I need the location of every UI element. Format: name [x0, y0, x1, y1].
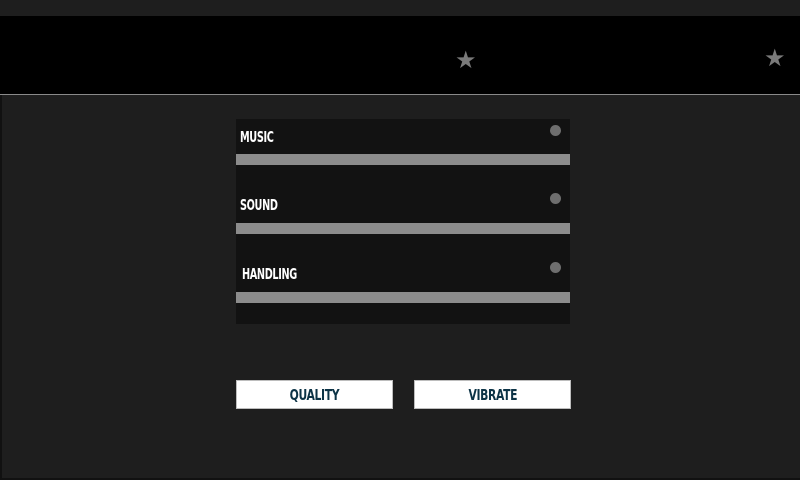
music-slider-track[interactable]	[236, 154, 570, 165]
settings-panel: MUSIC SOUND HANDLING	[236, 119, 570, 324]
header-bar	[0, 16, 800, 95]
frame-edge-left	[0, 95, 2, 480]
quality-button[interactable]: QUALITY	[236, 380, 393, 409]
star-icon: ★	[455, 46, 477, 74]
vibrate-button[interactable]: VIBRATE	[414, 380, 571, 409]
sound-label: SOUND	[240, 196, 278, 214]
vibrate-button-label: VIBRATE	[468, 385, 517, 404]
music-label: MUSIC	[240, 128, 274, 146]
handling-slider-track[interactable]	[236, 292, 570, 303]
settings-screen: ★ ★ MUSIC SOUND HANDLING QUALITY VIBRATE	[0, 0, 800, 480]
sound-slider-track[interactable]	[236, 223, 570, 234]
handling-slider-knob[interactable]	[550, 262, 561, 273]
star-icon: ★	[764, 44, 786, 72]
quality-button-label: QUALITY	[289, 385, 340, 404]
top-strip	[0, 0, 800, 16]
handling-label: HANDLING	[242, 265, 297, 283]
sound-slider-knob[interactable]	[550, 193, 561, 204]
music-slider-knob[interactable]	[550, 125, 561, 136]
